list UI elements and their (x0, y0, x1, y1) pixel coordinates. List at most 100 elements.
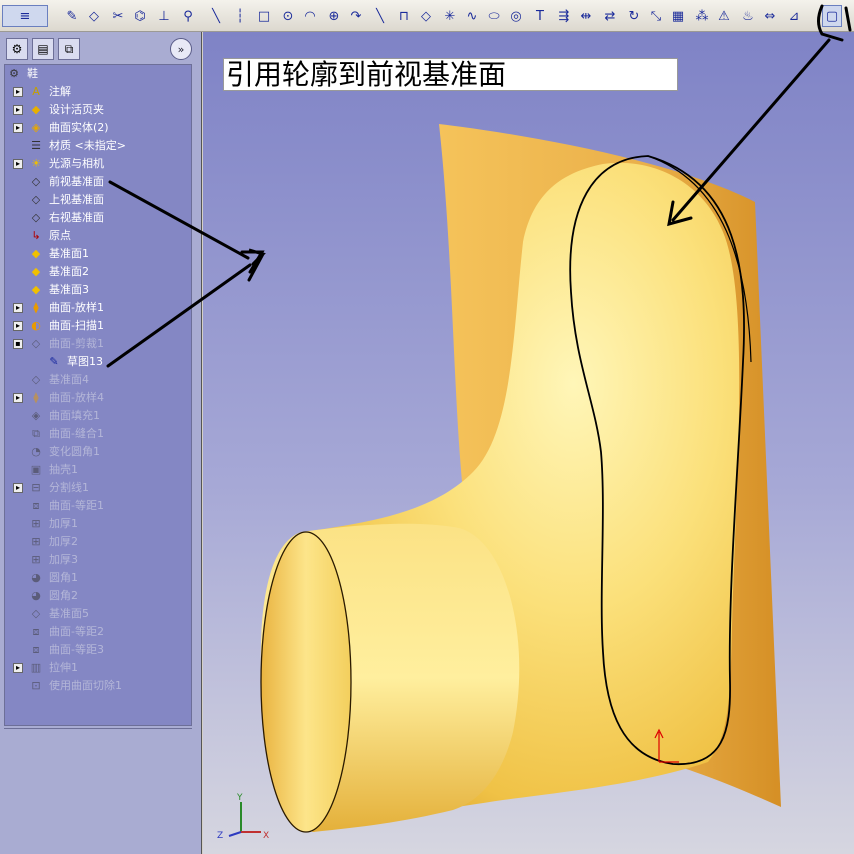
tree-item[interactable]: ◇ 基准面4 (5, 371, 191, 389)
circle-alt-button[interactable]: ⊕ (324, 5, 344, 27)
command-toolbar: ≡ ✎ ◇ ✂ ⌬ ⊥ ⚲ ╲ ┆ □ ⊙ ◠ ⊕ ↷ ╲ ⊓ ◇ ✳ ∿ ⬭ ◎ T ⇶ ⇹ ⇄ ↻ ⤡ ▦ ⁂ ⚠ ♨ ⇔ ⊿ ▢ (0, 0, 854, 32)
rectangle-button[interactable]: □ (254, 5, 274, 27)
tree-item[interactable]: ↳ 原点 (5, 227, 191, 245)
trim-button[interactable]: ✂ (108, 5, 128, 27)
tree-item-label: 前视基准面 (49, 175, 104, 188)
tree-item[interactable]: ▣ 抽壳1 (5, 461, 191, 479)
polygon-button[interactable]: ◇ (416, 5, 436, 27)
view-orientation-button[interactable]: ▢ (822, 5, 842, 27)
tree-item[interactable]: ◆ 基准面2 (5, 263, 191, 281)
menu-dropdown-button[interactable]: ≡ (2, 5, 48, 27)
rotate-button[interactable]: ↻ (624, 5, 644, 27)
ellipse-button[interactable]: ⬭ (484, 5, 504, 27)
line-button[interactable]: ╲ (206, 5, 226, 27)
tree-item[interactable]: ▸ ☀ 光源与相机 (5, 155, 191, 173)
tree-item[interactable]: ◇ 右视基准面 (5, 209, 191, 227)
expand-panel-button[interactable]: » (170, 38, 192, 60)
tree-item[interactable]: ▸ ◐ 曲面-扫描1 (5, 317, 191, 335)
tree-item[interactable]: ⧈ 曲面-等距2 (5, 623, 191, 641)
linear-pattern-button[interactable]: ▦ (668, 5, 688, 27)
tree-item[interactable]: ▸ A 注解 (5, 83, 191, 101)
expand-toggle-icon[interactable]: ▸ (13, 483, 23, 493)
offset-button[interactable]: ⇶ (554, 5, 574, 27)
line-alt-button[interactable]: ╲ (370, 5, 390, 27)
tree-item[interactable]: ◇ 前视基准面 (5, 173, 191, 191)
configuration-manager-tab[interactable]: ⧉ (58, 38, 80, 60)
tree-item[interactable]: ▸ ◆ 设计活页夹 (5, 101, 191, 119)
tangent-arc-button[interactable]: ↷ (346, 5, 366, 27)
tree-item[interactable]: ✎ 草图13 (5, 353, 191, 371)
spline-button[interactable]: ∿ (462, 5, 482, 27)
partial-ellipse-button[interactable]: ◎ (506, 5, 526, 27)
slot-icon: ⊓ (398, 8, 410, 24)
relations-icon: ⊥ (158, 8, 170, 24)
tree-item-label: 抽壳1 (49, 463, 78, 476)
tree-item[interactable]: ▸ ◈ 曲面实体(2) (5, 119, 191, 137)
tree-item[interactable]: ▸ ⊟ 分割线1 (5, 479, 191, 497)
expand-toggle-icon[interactable]: ▸ (13, 393, 23, 403)
point-button[interactable]: ✳ (440, 5, 460, 27)
triad-y-label: Y (236, 793, 243, 803)
tree-item-label: 右视基准面 (49, 211, 104, 224)
convert-entities-button[interactable]: ⌬ (130, 5, 150, 27)
tree-item[interactable]: ◇ 基准面5 (5, 605, 191, 623)
feature-manager-tab[interactable]: ⚙ (6, 38, 28, 60)
tree-item[interactable]: ◇ 上视基准面 (5, 191, 191, 209)
tree-item-label: 基准面2 (49, 265, 89, 278)
tree-item[interactable]: ⚙ 鞋 (5, 65, 191, 83)
model-canvas: Y X Z (217, 38, 831, 841)
property-manager-tab[interactable]: ▤ (32, 38, 54, 60)
tree-item[interactable]: ⊞ 加厚1 (5, 515, 191, 533)
tree-item[interactable]: ◆ 基准面3 (5, 281, 191, 299)
mirror-button[interactable]: ⇹ (576, 5, 596, 27)
arc-button[interactable]: ◠ (300, 5, 320, 27)
tree-item[interactable]: ⧈ 曲面-等距3 (5, 641, 191, 659)
toe-opening-ellipse[interactable] (260, 531, 352, 833)
sketch-icon: ✎ (49, 355, 59, 368)
shell-icon: ▣ (30, 463, 42, 476)
sketch-button[interactable]: ✎ (62, 5, 82, 27)
relation-display-button[interactable]: ♨ (738, 5, 758, 27)
tree-item[interactable]: ⊡ 使用曲面切除1 (5, 677, 191, 695)
text-button[interactable]: T (530, 5, 550, 27)
tree-item[interactable]: ⧉ 曲面-缝合1 (5, 425, 191, 443)
surface-bodies-icon: ◈ (31, 121, 41, 134)
smart-dimension-button[interactable]: ◇ (84, 5, 104, 27)
graphics-viewport[interactable]: Y X Z 引用轮廓到前视基准面 (203, 32, 854, 854)
block-button[interactable]: ⊿ (784, 5, 804, 27)
expand-toggle-icon[interactable]: ▸ (13, 87, 23, 97)
tree-item[interactable]: ◈ 曲面填充1 (5, 407, 191, 425)
dimension-button[interactable]: ⇔ (760, 5, 780, 27)
construction-geometry-button[interactable]: ⚲ (178, 5, 198, 27)
tree-item[interactable]: ▸ ⧫ 曲面-放样4 (5, 389, 191, 407)
circular-pattern-button[interactable]: ⁂ (692, 5, 712, 27)
expand-toggle-icon[interactable]: ▸ (13, 105, 23, 115)
expand-toggle-icon[interactable]: ▸ (13, 303, 23, 313)
tree-item[interactable]: ⧈ 曲面-等距1 (5, 497, 191, 515)
tree-item[interactable]: ⊞ 加厚2 (5, 533, 191, 551)
circle-button[interactable]: ⊙ (278, 5, 298, 27)
thicken-icon: ⊞ (31, 517, 41, 530)
tree-item[interactable]: ▸ ▥ 拉伸1 (5, 659, 191, 677)
tree-item-label: 设计活页夹 (49, 103, 104, 116)
tree-item[interactable]: ◔ 变化圆角1 (5, 443, 191, 461)
tree-item[interactable]: ◕ 圆角2 (5, 587, 191, 605)
fix-button[interactable]: ⚠ (714, 5, 734, 27)
tree-item[interactable]: ◆ 基准面1 (5, 245, 191, 263)
line-icon: ╲ (212, 8, 220, 24)
tree-item[interactable]: ▪ ◇ 曲面-剪裁1 (5, 335, 191, 353)
expand-toggle-icon[interactable]: ▸ (13, 159, 23, 169)
scale-button[interactable]: ⤡ (646, 5, 666, 27)
tree-item[interactable]: ⊞ 加厚3 (5, 551, 191, 569)
tree-item[interactable]: ▸ ⧫ 曲面-放样1 (5, 299, 191, 317)
relations-button[interactable]: ⊥ (154, 5, 174, 27)
tree-item[interactable]: ☰ 材质 <未指定> (5, 137, 191, 155)
expand-toggle-icon[interactable]: ▪ (13, 339, 23, 349)
expand-toggle-icon[interactable]: ▸ (13, 663, 23, 673)
expand-toggle-icon[interactable]: ▸ (13, 321, 23, 331)
move-button[interactable]: ⇄ (600, 5, 620, 27)
tree-item[interactable]: ◕ 圆角1 (5, 569, 191, 587)
slot-button[interactable]: ⊓ (394, 5, 414, 27)
expand-toggle-icon[interactable]: ▸ (13, 123, 23, 133)
centerline-button[interactable]: ┆ (230, 5, 250, 27)
